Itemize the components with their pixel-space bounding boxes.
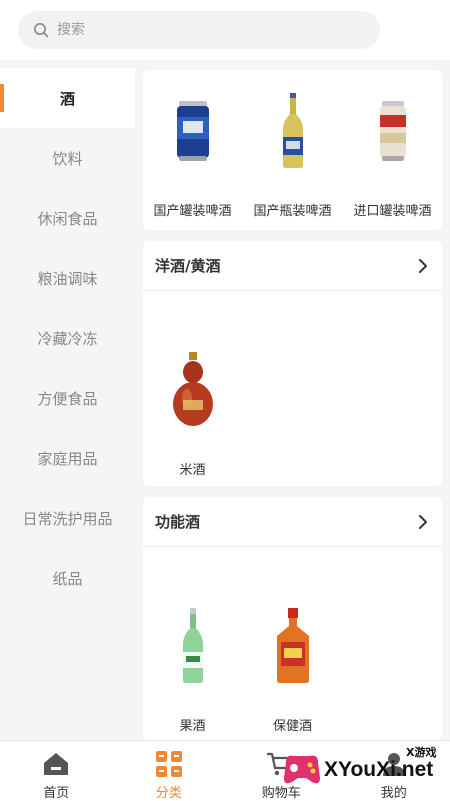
category-sidebar: 酒 饮料 休闲食品 粮油调味 冷藏冷冻 方便食品 家庭用品 日常洗护用品 纸品 [0,68,135,740]
product-item[interactable]: 进口罐装啤酒 [343,90,442,219]
chevron-right-icon [418,514,428,530]
product-item[interactable]: 果酒 [143,605,242,734]
tab-label: 首页 [43,782,69,801]
sidebar-item-label: 休闲食品 [37,208,97,229]
product-content: 国产罐装啤酒 国产瓶装啤酒 [135,60,450,740]
tab-category[interactable]: 分类 [113,741,226,801]
top-bar [0,0,450,60]
section-card: 功能酒 果酒 [143,497,442,740]
product-name: 米酒 [179,459,205,478]
gourd-bottle-icon [163,349,223,431]
product-name: 保健酒 [273,715,312,734]
red-beer-can-icon [363,90,423,172]
sidebar-item-label: 纸品 [52,568,82,589]
product-name: 果酒 [179,715,205,734]
orange-bottle-icon [263,605,323,687]
watermark-text: XYouXi.net [324,758,433,782]
beer-bottle-icon [263,90,323,172]
tab-home[interactable]: 首页 [0,741,113,801]
sidebar-item-grain-oil[interactable]: 粮油调味 [0,248,135,308]
section-header[interactable]: 洋酒/黄酒 [143,241,442,291]
product-name: 进口罐装啤酒 [353,200,431,219]
green-bottle-icon [163,605,223,687]
tab-label: 分类 [156,782,182,801]
beer-section-card: 国产罐装啤酒 国产瓶装啤酒 [143,70,442,230]
watermark: X游戏 XYouXi.net [280,742,448,798]
product-grid: 国产罐装啤酒 国产瓶装啤酒 [143,70,442,230]
product-name: 国产瓶装啤酒 [253,200,331,219]
product-grid: 果酒 保健酒 [143,547,442,740]
product-item[interactable]: 米酒 [143,349,242,478]
product-item[interactable]: 保健酒 [243,605,342,734]
product-item[interactable]: 国产罐装啤酒 [143,90,242,219]
section-title: 功能酒 [155,511,200,532]
sidebar-item-label: 饮料 [52,148,82,169]
category-icon [154,749,184,778]
sidebar-item-drinks[interactable]: 饮料 [0,128,135,188]
sidebar-item-paper[interactable]: 纸品 [0,548,135,608]
product-name: 国产罐装啤酒 [153,200,231,219]
section-card: 洋酒/黄酒 米酒 [143,241,442,486]
search-bar[interactable] [18,11,380,49]
sidebar-item-label: 冷藏冷冻 [37,328,97,349]
sidebar-item-label: 家庭用品 [37,448,97,469]
sidebar-item-snacks[interactable]: 休闲食品 [0,188,135,248]
sidebar-item-household[interactable]: 家庭用品 [0,428,135,488]
blue-beer-can-icon [163,90,223,172]
sidebar-item-label: 方便食品 [37,388,97,409]
product-grid: 米酒 [143,291,442,486]
product-item[interactable]: 国产瓶装啤酒 [243,90,342,219]
section-title: 洋酒/黄酒 [155,255,220,276]
sidebar-item-label: 粮油调味 [37,268,97,289]
search-icon [33,22,49,38]
gamepad-icon [280,748,324,792]
sidebar-item-label: 日常洗护用品 [22,508,112,529]
search-input[interactable] [55,21,359,39]
sidebar-item-wine[interactable]: 酒 [0,68,135,128]
sidebar-item-instant-food[interactable]: 方便食品 [0,368,135,428]
chevron-right-icon [418,258,428,274]
section-header[interactable]: 功能酒 [143,497,442,547]
sidebar-item-toiletries[interactable]: 日常洗护用品 [0,488,135,548]
home-icon [41,749,71,778]
sidebar-item-frozen[interactable]: 冷藏冷冻 [0,308,135,368]
sidebar-item-label: 酒 [60,88,75,109]
